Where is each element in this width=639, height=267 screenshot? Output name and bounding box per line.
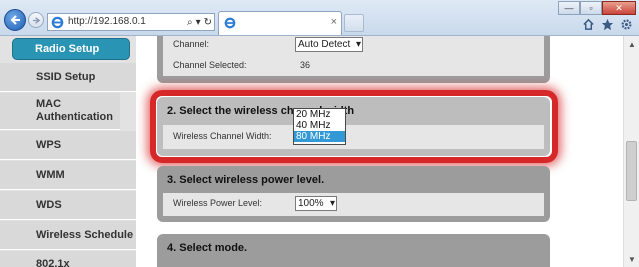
ie-logo-icon xyxy=(51,16,64,29)
mode-heading: 4. Select mode. xyxy=(167,242,248,254)
star-icon[interactable] xyxy=(601,18,614,31)
scroll-down-icon[interactable]: ▼ xyxy=(627,254,637,264)
power-select[interactable]: 100% ▾ xyxy=(295,196,337,211)
power-section: 3. Select wireless power level. Wireless… xyxy=(157,166,550,222)
chevron-down-icon: ▾ xyxy=(329,198,335,209)
tab-close-icon[interactable]: × xyxy=(331,16,337,28)
minimize-button[interactable]: — xyxy=(558,1,580,15)
sidebar-item-label: MAC Authentication xyxy=(36,98,113,123)
channel-select-value: Auto Detect xyxy=(298,39,351,50)
refresh-icon[interactable]: ↻ xyxy=(204,17,212,28)
sidebar-item-mac-authentication[interactable]: MAC Authentication xyxy=(0,93,120,130)
channel-panel: Channel: Auto Detect ▾ Channel Selected:… xyxy=(163,36,544,76)
home-icon[interactable] xyxy=(582,18,595,31)
option-20mhz[interactable]: 20 MHz xyxy=(294,109,345,120)
browser-toolbar: http://192.168.0.1 ⌕ ▾ ↻ × — ▫ ✕ xyxy=(0,0,639,36)
gear-icon[interactable] xyxy=(620,18,633,31)
mode-section: 4. Select mode. xyxy=(157,234,550,267)
sidebar-item-wmm[interactable]: WMM xyxy=(0,161,136,190)
chevron-down-icon: ▾ xyxy=(355,39,361,50)
sidebar-item-label: WDS xyxy=(36,199,62,211)
chevron-down-icon[interactable]: ▾ xyxy=(196,17,201,28)
address-url[interactable]: http://192.168.0.1 xyxy=(68,16,146,27)
window-controls: — ▫ ✕ xyxy=(558,1,636,15)
browser-tools xyxy=(582,18,633,31)
highlight-ring xyxy=(150,90,558,163)
channel-selected-label: Channel Selected: xyxy=(173,60,247,70)
channel-section: Channel: Auto Detect ▾ Channel Selected:… xyxy=(157,36,550,83)
sidebar-item-wds[interactable]: WDS xyxy=(0,191,136,220)
sidebar-item-label: WPS xyxy=(36,139,62,151)
vertical-scrollbar[interactable]: ▲ ▼ xyxy=(623,36,639,267)
scroll-thumb[interactable] xyxy=(626,141,637,201)
power-row: Wireless Power Level: 100% ▾ xyxy=(163,193,544,215)
channel-selected-row: Channel Selected: 36 xyxy=(163,55,544,77)
channel-width-dropdown[interactable]: 20 MHz 40 MHz 80 MHz xyxy=(293,108,346,145)
maximize-button[interactable]: ▫ xyxy=(580,1,602,15)
sidebar: Radio Setup SSID Setup MAC Authenticatio… xyxy=(0,36,136,267)
channel-row: Channel: Auto Detect ▾ xyxy=(163,36,544,56)
sidebar-item-wps[interactable]: WPS xyxy=(0,131,136,160)
sidebar-item-label: Radio Setup xyxy=(35,43,100,55)
channel-select[interactable]: Auto Detect ▾ xyxy=(295,37,363,52)
forward-button[interactable] xyxy=(28,12,44,28)
sidebar-item-radio-setup[interactable]: Radio Setup xyxy=(12,38,130,60)
sidebar-item-ssid-setup[interactable]: SSID Setup xyxy=(0,63,136,92)
sidebar-item-label: SSID Setup xyxy=(36,71,96,83)
sidebar-item-8021x[interactable]: 802.1x xyxy=(0,251,136,267)
channel-selected-value: 36 xyxy=(300,60,311,70)
address-bar[interactable]: http://192.168.0.1 ⌕ ▾ ↻ xyxy=(47,13,215,31)
sidebar-item-label: Wireless Schedule xyxy=(36,229,134,241)
channel-label: Channel: xyxy=(173,39,210,49)
power-select-value: 100% xyxy=(298,198,324,209)
ie-logo-icon xyxy=(224,17,236,29)
option-80mhz[interactable]: 80 MHz xyxy=(294,131,345,142)
power-label: Wireless Power Level: xyxy=(173,198,263,208)
sidebar-item-wireless-schedule[interactable]: Wireless Schedule xyxy=(0,221,136,250)
router-config-page: Radio Setup SSID Setup MAC Authenticatio… xyxy=(0,36,623,267)
new-tab-button[interactable] xyxy=(344,14,364,32)
back-arrow-icon xyxy=(10,15,20,25)
close-window-button[interactable]: ✕ xyxy=(602,1,636,15)
forward-arrow-icon xyxy=(32,16,40,24)
search-icon[interactable]: ⌕ xyxy=(187,17,193,28)
sidebar-item-label: 802.1x xyxy=(36,258,70,267)
option-40mhz[interactable]: 40 MHz xyxy=(294,120,345,131)
browser-tab[interactable]: × xyxy=(218,11,342,35)
power-heading: 3. Select wireless power level. xyxy=(167,174,325,186)
power-panel: Wireless Power Level: 100% ▾ xyxy=(163,193,544,216)
scroll-up-icon[interactable]: ▲ xyxy=(627,39,637,49)
back-button[interactable] xyxy=(4,9,26,31)
sidebar-item-label: WMM xyxy=(36,169,65,181)
